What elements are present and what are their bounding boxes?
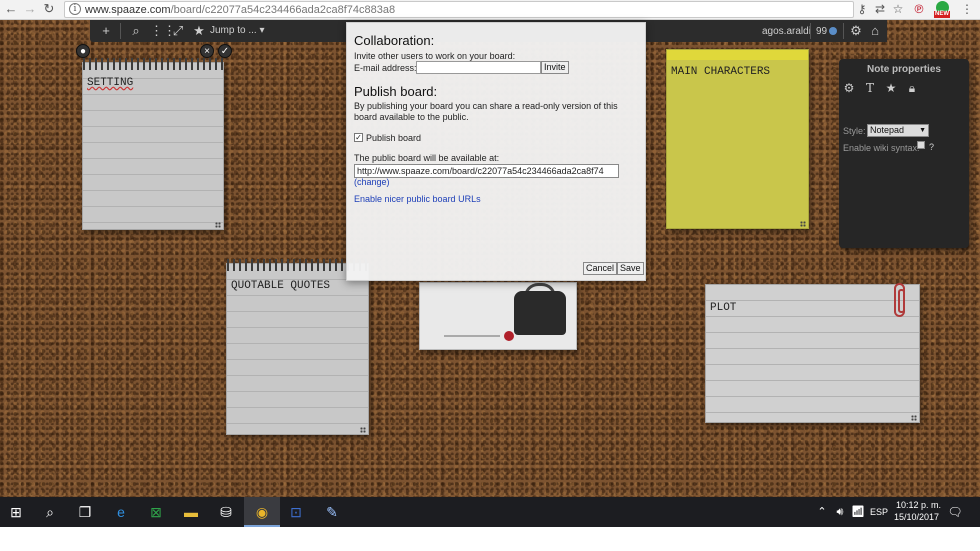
pinterest-icon[interactable]: ℗ bbox=[912, 2, 926, 16]
settings-gear-icon[interactable]: ⚙ bbox=[848, 23, 864, 39]
extension-badge: NEW bbox=[934, 11, 950, 18]
translate-icon[interactable]: ⇄ bbox=[873, 2, 887, 16]
browser-toolbar: ← → ↻ i www.spaaze.com/board/c22077a54c2… bbox=[0, 0, 980, 20]
paint-icon[interactable]: ✎ bbox=[322, 502, 342, 522]
wiki-syntax-label: Enable wiki syntax: bbox=[843, 143, 920, 153]
username[interactable]: agos.araldi bbox=[762, 26, 811, 37]
resize-handle[interactable] bbox=[800, 221, 806, 227]
user-toolbar: agos.araldi 99 ⚙ ⌂ bbox=[647, 20, 887, 42]
file-explorer-icon[interactable]: ▬ bbox=[181, 502, 201, 522]
public-url-field[interactable]: http://www.spaaze.com/board/c22077a54c23… bbox=[354, 164, 619, 178]
fullscreen-icon[interactable]: ⤢ bbox=[170, 23, 186, 39]
help-icon[interactable]: ? bbox=[929, 142, 934, 152]
windows-start-icon[interactable]: ⊞ bbox=[6, 502, 26, 522]
publish-description: By publishing your board you can share a… bbox=[354, 101, 618, 122]
store-icon[interactable]: ⛁ bbox=[216, 502, 236, 522]
url-host: www.spaaze.com bbox=[85, 4, 171, 16]
wifi-icon[interactable]: 📶︎ bbox=[848, 502, 868, 522]
resize-handle[interactable] bbox=[215, 222, 221, 228]
forward-icon[interactable]: → bbox=[23, 2, 37, 16]
email-field[interactable] bbox=[416, 61, 541, 74]
key-icon[interactable]: ⚷ bbox=[855, 2, 869, 16]
chrome-taskbar-button[interactable]: ◉ bbox=[244, 497, 280, 527]
address-bar[interactable]: i www.spaaze.com/board/c22077a54c234466a… bbox=[64, 1, 854, 18]
info-icon[interactable]: i bbox=[69, 3, 81, 15]
screen-margin bbox=[0, 527, 980, 551]
star-icon[interactable]: ☆ bbox=[891, 2, 905, 16]
paperclip-icon bbox=[894, 283, 905, 317]
text-icon[interactable]: T bbox=[863, 81, 877, 95]
add-icon[interactable]: + bbox=[98, 23, 114, 39]
points-icon bbox=[829, 27, 837, 35]
clock-date[interactable]: 15/10/2017 bbox=[894, 512, 939, 522]
lock-icon[interactable]: 🔒︎ bbox=[905, 81, 919, 95]
share-dialog: Collaboration: Invite other users to wor… bbox=[346, 22, 646, 281]
note-title: MAIN CHARACTERS bbox=[671, 66, 771, 78]
jump-to-label: Jump to ... bbox=[210, 25, 257, 36]
gear-icon[interactable]: ⚙ bbox=[842, 81, 856, 95]
resize-handle[interactable] bbox=[360, 427, 366, 433]
task-view-icon[interactable]: ❐ bbox=[75, 502, 95, 522]
wiki-syntax-checkbox[interactable] bbox=[917, 141, 925, 149]
star-icon[interactable]: ★ bbox=[884, 81, 898, 95]
chrome-icon: ◉ bbox=[255, 504, 269, 520]
style-label: Style: bbox=[843, 126, 866, 136]
volume-icon[interactable]: 🔊︎ bbox=[830, 502, 850, 522]
pin-icon[interactable]: ● bbox=[76, 44, 90, 58]
windows-taskbar: ⊞ ⌕ ❐ e ⊠ ▬ ⛁ ◉ ⊡ ✎ ⌃ 🔊︎ 📶︎ ESP 10:12 p.… bbox=[0, 497, 980, 527]
publish-heading: Publish board: bbox=[354, 84, 438, 99]
notifications-icon[interactable]: 🗨︎ bbox=[945, 502, 965, 522]
extension-new-icon[interactable]: NEW bbox=[934, 1, 952, 19]
jump-to-menu[interactable]: Jump to ... ▾ bbox=[210, 25, 265, 36]
close-icon[interactable]: × bbox=[200, 44, 214, 58]
reload-icon[interactable]: ↻ bbox=[42, 2, 56, 16]
tray-chevron-icon[interactable]: ⌃ bbox=[812, 502, 832, 522]
resize-handle[interactable] bbox=[911, 415, 917, 421]
note-plot[interactable]: PLOT bbox=[705, 284, 920, 423]
style-select[interactable]: Notepad bbox=[867, 124, 929, 137]
save-button[interactable]: Save bbox=[617, 262, 644, 275]
handbag-image[interactable] bbox=[419, 282, 577, 350]
change-url-link[interactable]: (change) bbox=[354, 177, 390, 187]
edge-icon[interactable]: e bbox=[111, 502, 131, 522]
note-title: QUOTABLE QUOTES bbox=[231, 280, 331, 292]
collaboration-heading: Collaboration: bbox=[354, 33, 435, 48]
note-title: SETTING bbox=[87, 77, 134, 89]
favorite-star-icon[interactable]: ★ bbox=[191, 23, 207, 39]
home-icon[interactable]: ⌂ bbox=[867, 23, 883, 39]
note-setting[interactable]: SETTING bbox=[82, 58, 224, 230]
public-url-description: The public board will be available at: bbox=[354, 153, 500, 163]
invite-button[interactable]: Invite bbox=[541, 61, 569, 74]
note-main-characters[interactable]: MAIN CHARACTERS bbox=[666, 49, 809, 229]
input-language[interactable]: ESP bbox=[870, 507, 888, 517]
excel-icon[interactable]: ⊠ bbox=[146, 502, 166, 522]
edit-check-icon[interactable]: ✓ bbox=[218, 44, 232, 58]
search-icon[interactable]: ⌕ bbox=[128, 23, 144, 39]
note-properties-panel: Note properties ⚙ T ★ 🔒︎ Style: Notepad … bbox=[839, 59, 969, 248]
back-icon[interactable]: ← bbox=[4, 2, 18, 16]
email-label: E-mail address: bbox=[354, 63, 417, 73]
panel-title: Note properties bbox=[867, 64, 941, 75]
nicer-urls-link[interactable]: Enable nicer public board URLs bbox=[354, 194, 481, 204]
clock-time[interactable]: 10:12 p. m. bbox=[896, 500, 941, 510]
note-quotable-quotes[interactable]: QUOTABLE QUOTES bbox=[226, 259, 369, 435]
publish-checkbox-label: Publish board bbox=[366, 133, 422, 143]
menu-icon[interactable]: ⋮ bbox=[960, 2, 974, 16]
notepad-spiral bbox=[83, 58, 223, 70]
note-title: PLOT bbox=[710, 302, 737, 314]
publish-checkbox[interactable]: ✓ bbox=[354, 133, 363, 142]
address-url: www.spaaze.com/board/c22077a54c234466ada… bbox=[85, 4, 395, 16]
points-count: 99 bbox=[816, 26, 828, 37]
url-path: /board/c22077a54c234466ada2ca8f74c883a8 bbox=[170, 4, 396, 16]
search-icon[interactable]: ⌕ bbox=[40, 502, 60, 522]
cancel-button[interactable]: Cancel bbox=[583, 262, 618, 275]
note-tape bbox=[667, 50, 808, 60]
word-icon[interactable]: ⊡ bbox=[286, 502, 306, 522]
grid-icon[interactable]: ⋮⋮ bbox=[150, 23, 176, 39]
